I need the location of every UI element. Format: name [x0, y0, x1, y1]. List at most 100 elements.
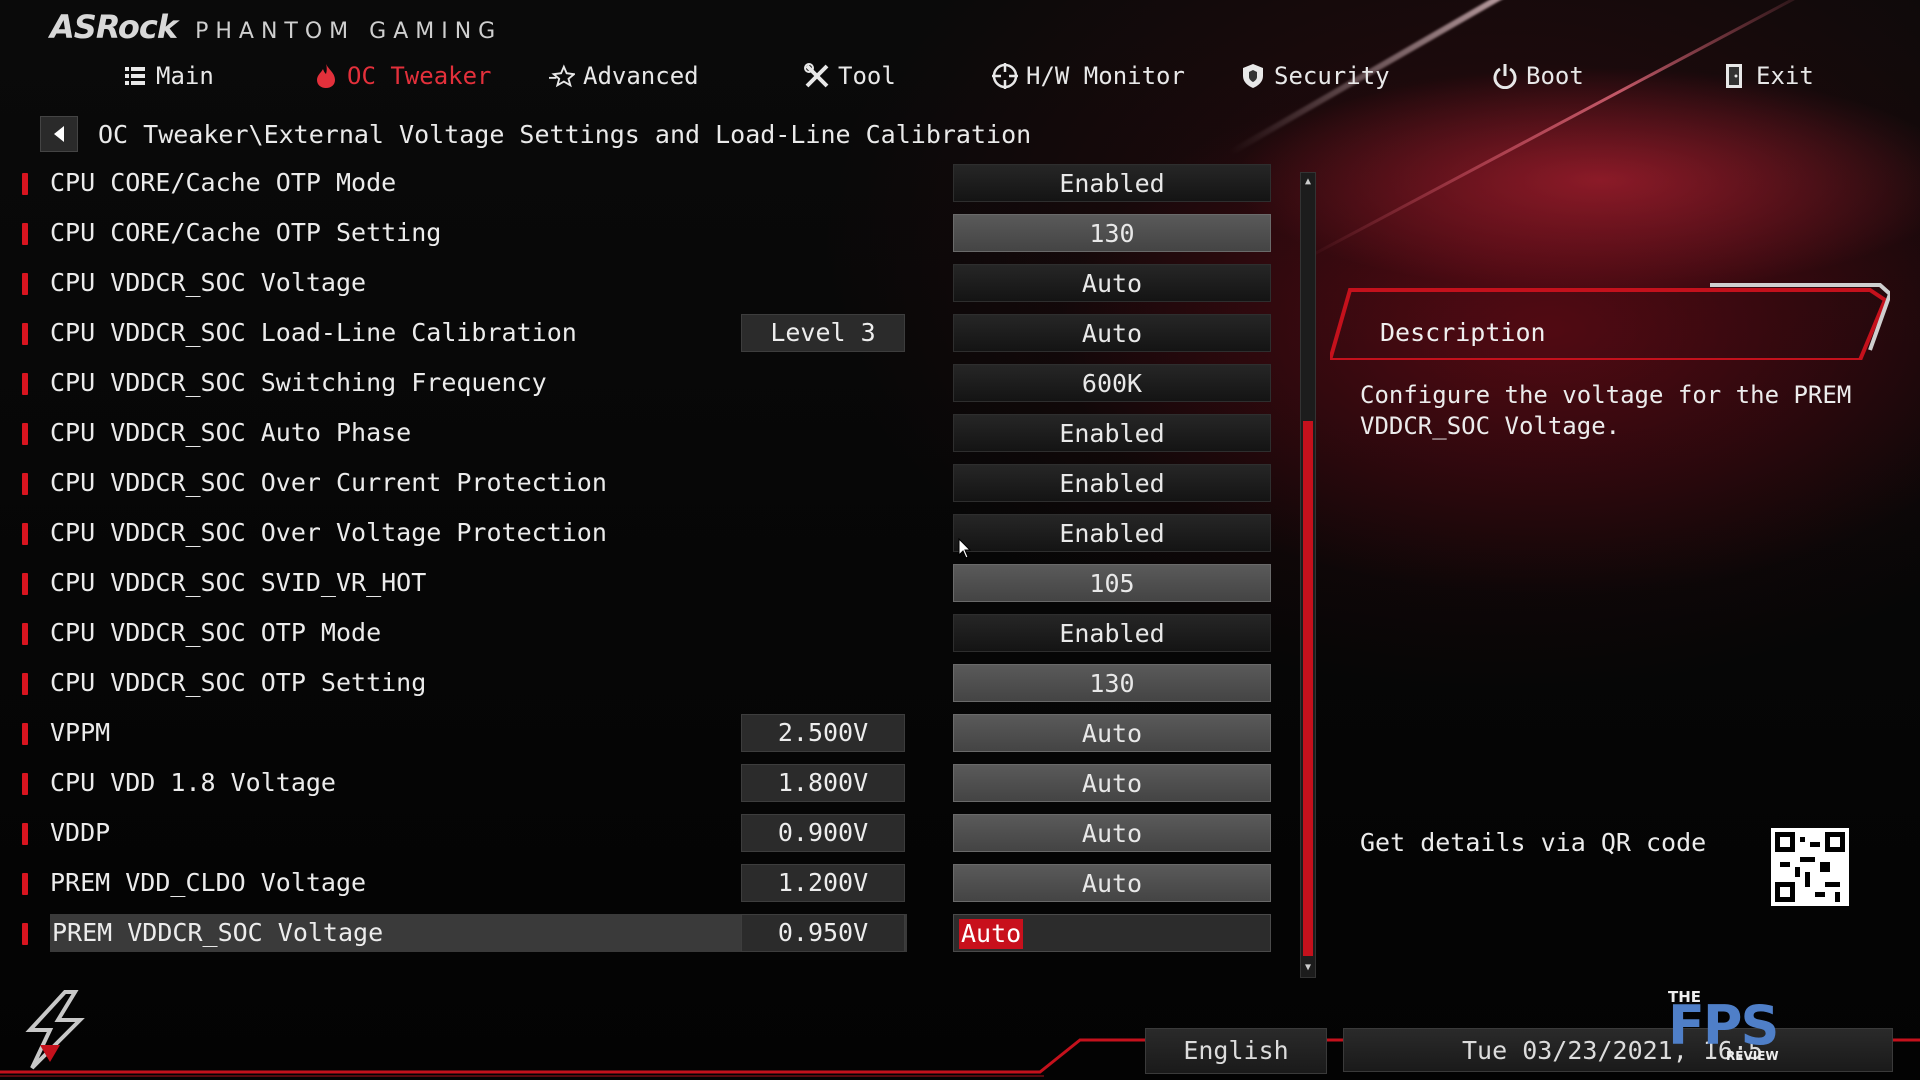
brand-name: ASRock: [50, 8, 178, 46]
value-field[interactable]: Auto: [953, 814, 1271, 852]
value-text-selected: Auto: [959, 919, 1024, 949]
setting-label: VDDP: [50, 818, 111, 847]
tools-icon: [804, 63, 830, 89]
setting-row[interactable]: VDDP 0.900V: [20, 814, 915, 852]
setting-label: CPU CORE/Cache OTP Setting: [50, 218, 442, 247]
setting-row[interactable]: CPU VDDCR_SOC Over Current Protection: [20, 464, 915, 502]
option-dropdown[interactable]: Enabled: [953, 514, 1271, 552]
current-value: 0.950V: [741, 914, 905, 952]
row-marker: [22, 873, 28, 895]
row-marker: [22, 173, 28, 195]
row-marker: [22, 573, 28, 595]
setting-row[interactable]: PREM VDD_CLDO Voltage 1.200V: [20, 864, 915, 902]
row-marker: [22, 273, 28, 295]
option-dropdown[interactable]: Auto: [953, 314, 1271, 352]
setting-row[interactable]: CPU VDDCR_SOC Load-Line Calibration Level…: [20, 314, 915, 352]
qr-label: Get details via QR code: [1360, 828, 1707, 857]
current-value: Level 3: [741, 314, 905, 352]
tab-oc-tweaker[interactable]: OC Tweaker: [313, 58, 492, 94]
setting-label: CPU VDDCR_SOC Voltage: [50, 268, 367, 297]
door-exit-icon: [1722, 63, 1748, 89]
tab-main[interactable]: Main: [122, 58, 214, 94]
option-dropdown[interactable]: 600K: [953, 364, 1271, 402]
option-dropdown[interactable]: Enabled: [953, 164, 1271, 202]
setting-row[interactable]: CPU VDDCR_SOC Switching Frequency: [20, 364, 915, 402]
setting-label: CPU VDDCR_SOC Auto Phase: [50, 418, 412, 447]
qr-code-icon: [1771, 828, 1849, 906]
row-marker: [22, 773, 28, 795]
brand-logo: ASRock PHANTOM GAMING: [50, 8, 502, 48]
triangle-left-icon: [54, 126, 64, 142]
value-field[interactable]: 105: [953, 564, 1271, 602]
language-button[interactable]: English: [1145, 1028, 1327, 1074]
tab-label: Main: [156, 62, 214, 90]
setting-label: CPU VDDCR_SOC SVID_VR_HOT: [50, 568, 427, 597]
row-marker: [22, 223, 28, 245]
option-dropdown[interactable]: Auto: [953, 264, 1271, 302]
tab-label: OC Tweaker: [347, 62, 492, 90]
setting-label: CPU VDDCR_SOC Over Voltage Protection: [50, 518, 607, 547]
row-marker: [22, 823, 28, 845]
setting-row[interactable]: PREM VDDCR_SOC Voltage 0.950V: [20, 914, 915, 952]
value-field[interactable]: Auto: [953, 914, 1271, 952]
tab-exit[interactable]: Exit: [1722, 58, 1814, 94]
star-icon: [549, 63, 575, 89]
tab-boot[interactable]: Boot: [1492, 58, 1584, 94]
option-dropdown[interactable]: Enabled: [953, 414, 1271, 452]
scrollbar-thumb[interactable]: [1303, 421, 1313, 956]
breadcrumb-path: OC Tweaker\External Voltage Settings and…: [98, 119, 1032, 149]
setting-row[interactable]: VPPM 2.500V: [20, 714, 915, 752]
value-field[interactable]: Auto: [953, 864, 1271, 902]
scrollbar[interactable]: ▲ ▼: [1300, 172, 1316, 978]
setting-row[interactable]: CPU VDD 1.8 Voltage 1.800V: [20, 764, 915, 802]
tab-tool[interactable]: Tool: [804, 58, 896, 94]
option-dropdown[interactable]: Enabled: [953, 464, 1271, 502]
watermark-review: REVIEW: [1726, 1049, 1779, 1063]
crosshair-icon: [992, 63, 1018, 89]
setting-label: CPU CORE/Cache OTP Mode: [50, 168, 397, 197]
description-text: Configure the voltage for the PREM VDDCR…: [1360, 381, 1852, 440]
value-field[interactable]: 130: [953, 214, 1271, 252]
setting-row[interactable]: CPU VDDCR_SOC OTP Mode: [20, 614, 915, 652]
value-field[interactable]: Auto: [953, 764, 1271, 802]
top-nav: Main OC Tweaker Advanced Tool H/W Monito…: [0, 58, 1920, 94]
setting-row[interactable]: CPU CORE/Cache OTP Mode: [20, 164, 915, 202]
back-button[interactable]: [40, 116, 78, 152]
flame-icon: [313, 63, 339, 89]
power-icon: [1492, 63, 1518, 89]
description-title: Description: [1380, 318, 1546, 347]
tab-hw-monitor[interactable]: H/W Monitor: [992, 58, 1185, 94]
mouse-cursor-icon: [958, 538, 972, 559]
option-dropdown[interactable]: Enabled: [953, 614, 1271, 652]
tab-security[interactable]: Security: [1240, 58, 1390, 94]
setting-label: CPU VDDCR_SOC Switching Frequency: [50, 368, 547, 397]
row-marker: [22, 473, 28, 495]
tab-label: H/W Monitor: [1026, 62, 1185, 90]
scroll-down-icon[interactable]: ▼: [1301, 961, 1315, 975]
setting-label: CPU VDDCR_SOC OTP Setting: [50, 668, 427, 697]
setting-label: PREM VDD_CLDO Voltage: [50, 868, 367, 897]
watermark: THE FPS REVIEW: [1668, 988, 1908, 1068]
tab-advanced[interactable]: Advanced: [549, 58, 699, 94]
row-marker: [22, 373, 28, 395]
list-icon: [122, 63, 148, 89]
tab-label: Boot: [1526, 62, 1584, 90]
setting-row[interactable]: CPU CORE/Cache OTP Setting: [20, 214, 915, 252]
setting-label: VPPM: [50, 718, 111, 747]
setting-row[interactable]: CPU VDDCR_SOC Auto Phase: [20, 414, 915, 452]
setting-label: CPU VDDCR_SOC OTP Mode: [50, 618, 382, 647]
scroll-up-icon[interactable]: ▲: [1301, 175, 1315, 189]
setting-row[interactable]: CPU VDDCR_SOC Over Voltage Protection: [20, 514, 915, 552]
row-marker: [22, 523, 28, 545]
row-marker: [22, 323, 28, 345]
value-field[interactable]: Auto: [953, 714, 1271, 752]
current-value: 2.500V: [741, 714, 905, 752]
setting-row[interactable]: CPU VDDCR_SOC SVID_VR_HOT: [20, 564, 915, 602]
breadcrumb: OC Tweaker\External Voltage Settings and…: [40, 116, 1031, 152]
setting-row[interactable]: CPU VDDCR_SOC Voltage: [20, 264, 915, 302]
watermark-fps: FPS: [1668, 994, 1779, 1057]
value-field[interactable]: 130: [953, 664, 1271, 702]
tab-label: Tool: [838, 62, 896, 90]
tab-label: Security: [1274, 62, 1390, 90]
setting-row[interactable]: CPU VDDCR_SOC OTP Setting: [20, 664, 915, 702]
